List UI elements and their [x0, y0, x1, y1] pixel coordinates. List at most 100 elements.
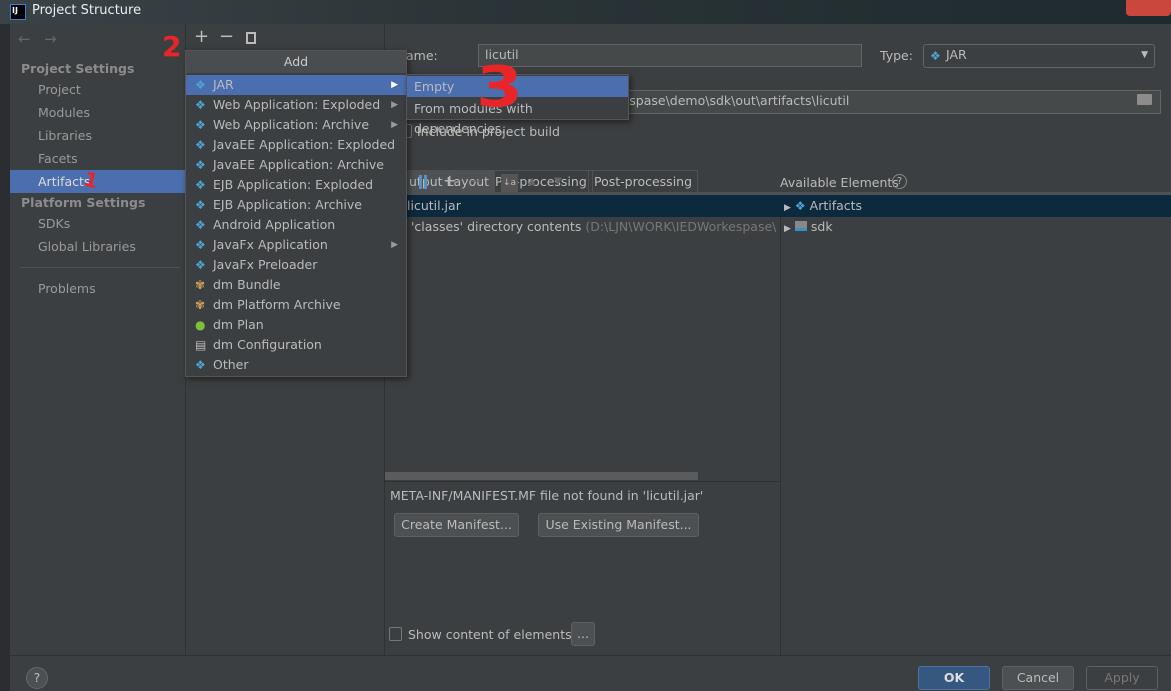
menu-item-label: dm Bundle — [213, 277, 281, 292]
add-menu-item[interactable]: ❖ EJB Application: Exploded — [186, 175, 406, 195]
add-menu-item[interactable]: ❖ JavaEE Application: Exploded — [186, 135, 406, 155]
move-down-icon[interactable]: ▼ — [554, 176, 562, 187]
show-content-checkbox[interactable] — [389, 627, 402, 641]
annotation-3: 3 — [476, 55, 523, 120]
available-item-label: sdk — [810, 219, 833, 234]
type-label: Type: — [880, 48, 913, 63]
available-elements-label: Available Elements — [780, 175, 899, 190]
add-menu-item[interactable]: ❖ JavaEE Application: Archive — [186, 155, 406, 175]
name-input[interactable]: licutil — [478, 44, 862, 67]
folder-icon[interactable] — [1137, 94, 1152, 105]
sidebar: ← → Project Settings Project Modules Lib… — [10, 24, 185, 655]
menu-item-label: dm Plan — [213, 317, 264, 332]
create-manifest-button[interactable]: Create Manifest... — [394, 513, 519, 537]
menu-item-label: Web Application: Archive — [213, 117, 370, 132]
add-element-icon[interactable]: + — [443, 171, 456, 190]
ok-button[interactable]: OK — [918, 666, 990, 690]
tree-item-label: 'classes' directory contents — [411, 219, 582, 234]
menu-item-label: Other — [213, 357, 249, 372]
available-item-artifacts[interactable]: ▶ ❖ Artifacts — [780, 195, 1171, 217]
remove-element-icon[interactable]: − — [469, 171, 482, 190]
divider — [20, 267, 180, 268]
add-menu-item[interactable]: ❖ Web Application: Exploded ▶ — [186, 95, 406, 115]
available-item-label: Artifacts — [809, 198, 863, 213]
ejb-icon: ❖ — [195, 198, 206, 212]
annotation-2: 2 — [162, 30, 182, 63]
copy-icon[interactable] — [246, 32, 256, 44]
help-icon[interactable]: ? — [892, 174, 907, 189]
add-menu-item[interactable]: ✾ dm Bundle — [186, 275, 406, 295]
sidebar-item-global-libraries[interactable]: Global Libraries — [38, 239, 136, 254]
add-menu-item[interactable]: ❖ JavaFx Preloader — [186, 255, 406, 275]
remove-icon[interactable]: − — [219, 26, 234, 47]
tree-row-classes[interactable]: 'classes' directory contents (D:\LJN\WOR… — [397, 216, 777, 238]
add-menu-item[interactable]: ❖ EJB Application: Archive — [186, 195, 406, 215]
dialog-footer: ? OK Cancel Apply — [10, 655, 1171, 691]
help-button[interactable]: ? — [26, 667, 48, 689]
add-menu-item[interactable]: ✾ dm Platform Archive — [186, 295, 406, 315]
dm-plan-icon: ● — [195, 318, 206, 332]
add-menu-item[interactable]: ● dm Plan — [186, 315, 406, 335]
menu-item-label: dm Configuration — [213, 337, 322, 352]
cancel-button[interactable]: Cancel — [1002, 666, 1074, 690]
show-content-options-button[interactable]: ... — [571, 622, 595, 646]
jar-icon: ❖ — [930, 49, 941, 63]
add-menu-item[interactable]: ❖ Web Application: Archive ▶ — [186, 115, 406, 135]
type-value: JAR — [946, 47, 967, 62]
move-up-icon[interactable]: ▲ — [528, 176, 536, 187]
ejb-icon: ❖ — [195, 178, 206, 192]
sort-icon[interactable]: ↓a — [501, 174, 518, 192]
add-menu-title: Add — [186, 51, 406, 73]
output-directory-input[interactable]: orkespase\demo\sdk\out\artifacts\licutil — [595, 90, 1161, 114]
menu-item-label: dm Platform Archive — [213, 297, 341, 312]
other-icon: ❖ — [195, 358, 206, 372]
split-divider[interactable] — [780, 195, 781, 655]
submenu-arrow-icon: ▶ — [391, 80, 398, 90]
menu-item-label: Android Application — [213, 217, 336, 232]
menu-item-label: Web Application: Exploded — [213, 97, 381, 112]
type-select[interactable]: ❖ JAR ▼ — [923, 44, 1155, 68]
title-bar: IJ Project Structure — [0, 0, 1171, 24]
add-menu: Add ❖ JAR ▶ ❖ Web Application: Exploded ▶ ❖ Web… — [185, 50, 407, 377]
name-label: ame: — [406, 48, 438, 63]
chevron-down-icon: ▼ — [1141, 50, 1148, 60]
sidebar-item-facets[interactable]: Facets — [38, 151, 78, 166]
add-menu-item[interactable]: ▤ dm Configuration — [186, 335, 406, 355]
add-menu-item[interactable]: ❖ JavaFx Application ▶ — [186, 235, 406, 255]
available-item-sdk[interactable]: ▶ sdk — [784, 216, 833, 238]
sidebar-item-sdks[interactable]: SDKs — [38, 216, 70, 231]
platform-settings-header: Platform Settings — [21, 195, 146, 210]
jar-icon: ❖ — [195, 78, 206, 92]
tree-row-licutil-jar[interactable]: licutil.jar — [385, 195, 780, 217]
android-icon: ❖ — [195, 218, 206, 232]
back-arrow-icon[interactable]: ← — [18, 30, 31, 48]
use-existing-manifest-button[interactable]: Use Existing Manifest... — [538, 513, 699, 537]
apply-button[interactable]: Apply — [1086, 666, 1158, 690]
add-menu-item[interactable]: ❖ Android Application — [186, 215, 406, 235]
menu-item-label: JAR — [213, 77, 234, 92]
module-icon — [794, 221, 807, 231]
javaee-icon: ❖ — [195, 138, 206, 152]
forward-arrow-icon[interactable]: → — [44, 30, 57, 48]
manifest-message: META-INF/MANIFEST.MF file not found in '… — [390, 488, 704, 503]
dm-config-icon: ▤ — [195, 338, 207, 352]
javaee-icon: ❖ — [195, 158, 206, 172]
sidebar-item-problems[interactable]: Problems — [38, 281, 96, 296]
add-icon[interactable]: + — [194, 26, 209, 47]
horizontal-scrollbar[interactable] — [385, 472, 698, 480]
menu-item-label: JavaEE Application: Exploded — [213, 137, 396, 152]
add-menu-item[interactable]: ❖ Other — [186, 355, 406, 375]
show-directories-icon[interactable] — [419, 175, 427, 189]
tab-post-processing[interactable]: Post-processing — [588, 170, 699, 192]
javafx-icon: ❖ — [195, 258, 206, 272]
submenu-arrow-icon: ▶ — [391, 100, 398, 110]
submenu-arrow-icon: ▶ — [391, 240, 398, 250]
add-menu-item[interactable]: ❖ JAR ▶ — [186, 75, 406, 95]
intellij-logo: IJ — [10, 4, 26, 20]
sidebar-item-libraries[interactable]: Libraries — [38, 128, 92, 143]
close-button[interactable] — [1126, 0, 1171, 16]
sidebar-item-modules[interactable]: Modules — [38, 105, 90, 120]
divider — [385, 481, 780, 482]
menu-item-label: EJB Application: Archive — [213, 197, 362, 212]
sidebar-item-project[interactable]: Project — [38, 82, 81, 97]
